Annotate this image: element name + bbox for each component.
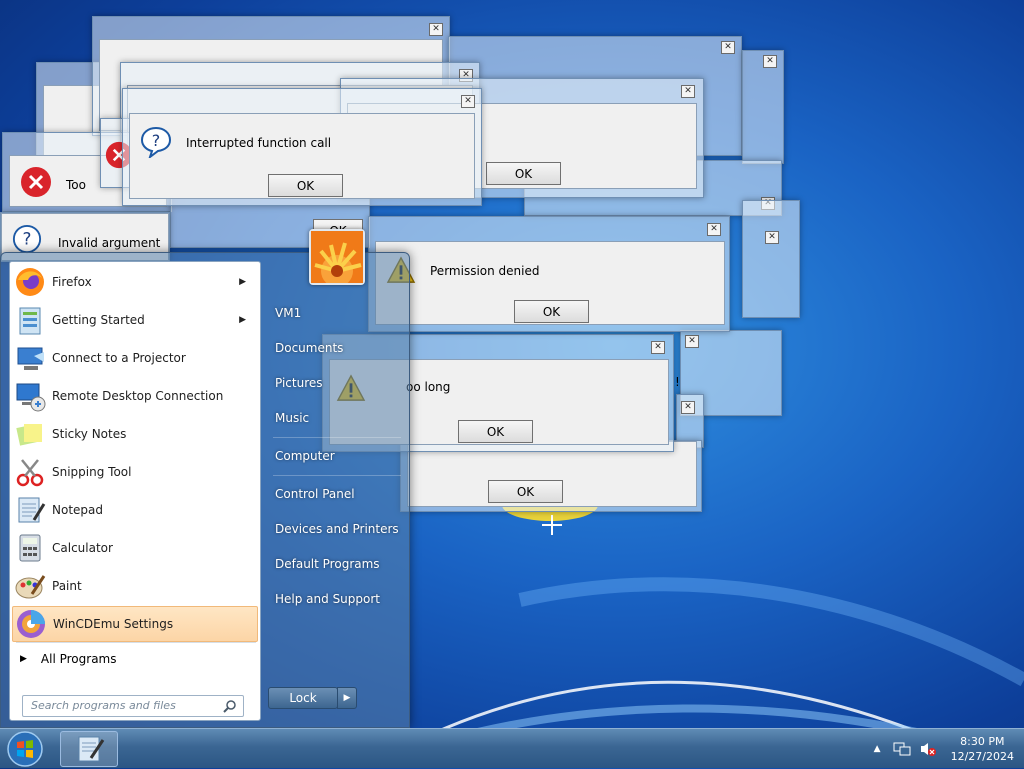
program-label: Paint (52, 579, 82, 593)
firefox-icon (16, 268, 44, 296)
close-button[interactable]: ✕ (763, 55, 777, 68)
dialog-message: oo long (406, 380, 451, 394)
error-icon (21, 167, 51, 197)
dialog-message: Too (66, 178, 86, 192)
program-item-getting-started[interactable]: Getting Started ▶ (12, 302, 258, 338)
clock[interactable]: 8:30 PM 12/27/2024 (951, 734, 1014, 764)
place-music[interactable]: Music (273, 404, 403, 432)
place-control-panel[interactable]: Control Panel (273, 480, 403, 508)
program-item-connect-projector[interactable]: Connect to a Projector (12, 340, 258, 376)
dialog-body: Permission denied OK (375, 241, 725, 325)
user-picture[interactable] (309, 229, 365, 287)
getting-started-icon (19, 307, 41, 335)
place-help-support[interactable]: Help and Support (273, 585, 403, 613)
network-icon[interactable] (893, 741, 911, 757)
taskbar: ▲ 8:30 PM 12/27/2024 (0, 728, 1024, 768)
program-label: Calculator (52, 541, 113, 555)
place-pictures[interactable]: Pictures (273, 369, 403, 397)
paint-icon (15, 575, 46, 599)
dialog-message: Interrupted function call (186, 136, 332, 150)
ok-button[interactable]: OK (488, 480, 563, 503)
close-button[interactable]: ✕ (681, 85, 695, 98)
dialog-message: Permission denied (430, 264, 540, 278)
snipping-tool-icon (16, 459, 44, 487)
program-label: Firefox (52, 275, 92, 289)
close-button[interactable]: ✕ (461, 95, 475, 108)
close-button[interactable]: ✕ (681, 401, 695, 414)
program-item-firefox[interactable]: Firefox ▶ (12, 264, 258, 300)
svg-text:?: ? (152, 131, 161, 150)
close-button[interactable]: ✕ (707, 223, 721, 236)
taskbar-app-button[interactable] (60, 731, 118, 767)
separator (273, 437, 401, 438)
search-placeholder: Search programs and files (31, 699, 176, 712)
submenu-arrow-icon: ▶ (239, 315, 246, 325)
place-default-programs[interactable]: Default Programs (273, 550, 403, 578)
program-label: WinCDEmu Settings (53, 617, 174, 631)
clock-date: 12/27/2024 (950, 750, 1014, 763)
ok-button[interactable]: OK (486, 162, 561, 185)
place-computer[interactable]: Computer (273, 442, 403, 470)
calculator-icon (19, 534, 41, 562)
program-label: Remote Desktop Connection (52, 389, 224, 403)
svg-text:?: ? (23, 229, 32, 249)
program-item-calculator[interactable]: Calculator (12, 530, 258, 566)
notepad-icon (78, 736, 105, 762)
program-item-remote-desktop[interactable]: Remote Desktop Connection (12, 378, 258, 414)
search-input[interactable]: Search programs and files (22, 695, 244, 717)
ok-button[interactable]: OK (458, 420, 533, 443)
all-programs-label: All Programs (40, 652, 117, 666)
power-options-arrow[interactable]: ▶ (337, 687, 357, 709)
question-icon: ? (12, 224, 42, 254)
close-button[interactable]: ✕ (765, 231, 779, 244)
notepad-icon (18, 497, 46, 523)
show-hidden-icons-icon[interactable]: ▲ (874, 744, 881, 754)
program-item-paint[interactable]: Paint (12, 568, 258, 604)
place-documents[interactable]: Documents (273, 334, 403, 362)
program-item-snipping-tool[interactable]: Snipping Tool (12, 454, 258, 490)
flower-icon (311, 231, 363, 287)
place-vm1[interactable]: VM1 (273, 299, 403, 327)
interrupted-dialog[interactable]: ✕ ? Interrupted function call OK (122, 88, 482, 206)
program-item-sticky-notes[interactable]: Sticky Notes (12, 416, 258, 452)
separator (16, 642, 256, 643)
sticky-notes-icon (16, 424, 42, 446)
program-label: Snipping Tool (52, 465, 132, 479)
program-item-wincdemu[interactable]: WinCDEmu Settings (12, 606, 258, 642)
dialog-message: ! (675, 375, 680, 389)
remote-desktop-icon (16, 383, 46, 412)
submenu-arrow-icon: ▶ (239, 277, 246, 287)
dialog-window[interactable]: ✕ (742, 200, 800, 318)
program-label: Connect to a Projector (52, 351, 186, 365)
close-button[interactable]: ✕ (651, 341, 665, 354)
ok-button[interactable]: OK (268, 174, 343, 197)
separator (273, 475, 401, 476)
close-button[interactable]: ✕ (721, 41, 735, 54)
start-menu: Firefox ▶ Getting Started ▶ Connect to a… (0, 229, 410, 728)
close-button[interactable]: ✕ (685, 335, 699, 348)
close-button[interactable]: ✕ (429, 23, 443, 36)
search-icon[interactable] (223, 699, 237, 713)
programs-pane: Firefox ▶ Getting Started ▶ Connect to a… (9, 261, 261, 721)
all-programs-button[interactable]: ▶ All Programs (20, 652, 117, 666)
start-button[interactable] (6, 731, 44, 767)
arrow-right-icon: ▶ (20, 654, 27, 664)
program-label: Getting Started (52, 313, 145, 327)
program-item-notepad[interactable]: Notepad (12, 492, 258, 528)
system-tray: ▲ 8:30 PM 12/27/2024 (874, 733, 1014, 765)
question-icon: ? (140, 126, 172, 158)
dialog-message: Invalid argument (58, 236, 161, 250)
wincdemu-icon (17, 610, 45, 638)
program-label: Notepad (52, 503, 103, 517)
program-label: Sticky Notes (52, 427, 127, 441)
place-devices-printers[interactable]: Devices and Printers (273, 515, 403, 543)
projector-icon (17, 347, 44, 370)
permission-dialog[interactable]: ✕ Permission denied OK (368, 216, 730, 332)
dialog-body: ? Interrupted function call OK (129, 113, 475, 199)
lock-button[interactable]: Lock (268, 687, 338, 709)
dialog-window[interactable]: ✕ (742, 50, 784, 164)
ok-button[interactable]: OK (514, 300, 589, 323)
volume-muted-icon[interactable] (919, 741, 937, 757)
clock-time: 8:30 PM (960, 735, 1005, 748)
